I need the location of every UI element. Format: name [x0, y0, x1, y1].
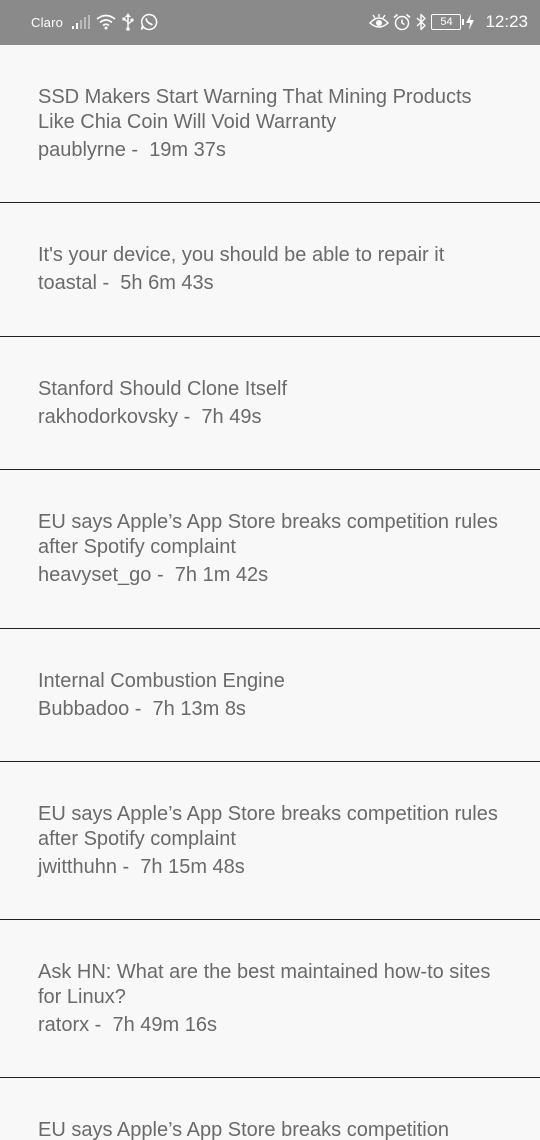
- story-item[interactable]: EU says Apple’s App Store breaks competi…: [0, 1078, 540, 1140]
- clock: 12:23: [485, 12, 528, 31]
- signal-icon: [72, 15, 90, 29]
- meta-separator: -: [125, 139, 150, 161]
- story-meta: toastal - 5h 6m 43s: [38, 271, 502, 296]
- story-title[interactable]: Stanford Should Clone Itself: [38, 377, 502, 402]
- story-age: 5h 6m 43s: [120, 272, 214, 294]
- story-item[interactable]: Stanford Should Clone Itself rakhodorkov…: [0, 337, 540, 470]
- story-title[interactable]: SSD Makers Start Warning That Mining Pro…: [38, 85, 502, 135]
- story-title[interactable]: EU says Apple’s App Store breaks competi…: [38, 802, 502, 852]
- bluetooth-icon: [416, 13, 427, 31]
- story-age: 19m 37s: [149, 139, 226, 161]
- meta-separator: -: [116, 856, 141, 878]
- status-bar: Claro 54 12:23: [0, 0, 540, 45]
- story-age: 7h 1m 42s: [174, 564, 269, 586]
- meta-separator: -: [89, 1014, 113, 1036]
- story-author: paublyrne: [38, 139, 126, 161]
- alarm-icon: [393, 13, 411, 31]
- story-title[interactable]: Internal Combustion Engine: [38, 669, 502, 694]
- status-right-icons: 54 12:23: [369, 12, 528, 32]
- story-age: 7h 15m 48s: [140, 856, 245, 878]
- status-left-icons: [72, 12, 158, 32]
- meta-separator: -: [129, 698, 153, 720]
- story-author: heavyset_go: [38, 564, 152, 586]
- story-meta: jwitthuhn - 7h 15m 48s: [38, 855, 502, 880]
- story-title[interactable]: EU says Apple’s App Store breaks competi…: [38, 1118, 502, 1140]
- story-item[interactable]: It's your device, you should be able to …: [0, 203, 540, 337]
- meta-separator: -: [96, 272, 121, 294]
- carrier-label: Claro: [31, 15, 64, 30]
- story-age: 7h 49s: [201, 406, 262, 428]
- story-meta: ratorx - 7h 49m 16s: [38, 1013, 502, 1038]
- story-meta: paublyrne - 19m 37s: [38, 138, 502, 163]
- story-meta: Bubbadoo - 7h 13m 8s: [38, 697, 502, 722]
- wifi-icon: [96, 14, 116, 30]
- story-item[interactable]: EU says Apple’s App Store breaks competi…: [0, 470, 540, 629]
- story-author: ratorx: [38, 1014, 90, 1036]
- eye-icon: [369, 14, 390, 28]
- whatsapp-icon: [140, 13, 158, 31]
- story-author: toastal: [38, 272, 97, 294]
- story-item[interactable]: Ask HN: What are the best maintained how…: [0, 920, 540, 1078]
- story-meta: rakhodorkovsky - 7h 49s: [38, 405, 502, 430]
- story-author: Bubbadoo: [38, 698, 130, 720]
- story-list[interactable]: SSD Makers Start Warning That Mining Pro…: [0, 45, 540, 1140]
- story-age: 7h 13m 8s: [152, 698, 246, 720]
- story-item[interactable]: Internal Combustion Engine Bubbadoo - 7h…: [0, 629, 540, 762]
- story-title[interactable]: EU says Apple’s App Store breaks competi…: [38, 510, 502, 560]
- charging-icon: [466, 14, 475, 30]
- battery-icon: 54: [431, 14, 465, 30]
- story-author: jwitthuhn: [38, 856, 117, 878]
- story-item[interactable]: EU says Apple’s App Store breaks competi…: [0, 762, 540, 920]
- story-meta: heavyset_go - 7h 1m 42s: [38, 563, 502, 588]
- story-age: 7h 49m 16s: [112, 1014, 217, 1036]
- meta-separator: -: [151, 564, 175, 586]
- story-title[interactable]: Ask HN: What are the best maintained how…: [38, 960, 502, 1010]
- story-author: rakhodorkovsky: [38, 406, 179, 428]
- meta-separator: -: [178, 406, 202, 428]
- story-item[interactable]: SSD Makers Start Warning That Mining Pro…: [0, 45, 540, 203]
- story-title[interactable]: It's your device, you should be able to …: [38, 243, 502, 268]
- usb-icon: [122, 13, 134, 31]
